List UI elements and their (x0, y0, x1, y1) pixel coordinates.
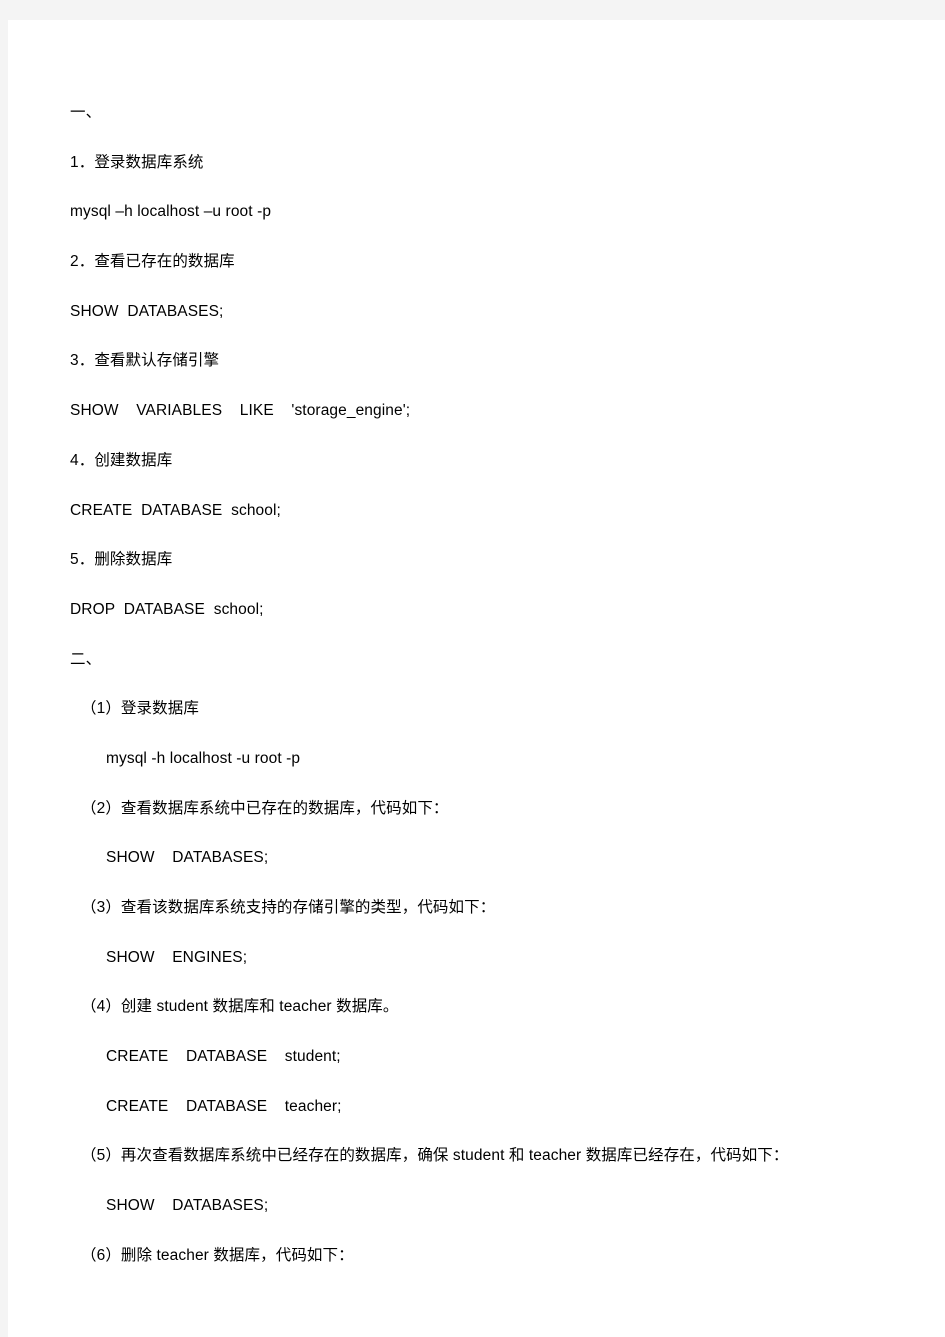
section-1-item-4-code: CREATE DATABASE school; (70, 501, 281, 519)
document-content: 一、 1．登录数据库系统 mysql –h localhost –u root … (62, 105, 905, 1298)
list-item: （3）查看该数据库系统支持的存储引擎的类型，代码如下： (62, 900, 905, 950)
list-item: 3．查看默认存储引擎 (62, 353, 905, 403)
list-item: 4．创建数据库 (62, 453, 905, 503)
section-2-item-4-label: （4）创建 student 数据库和 teacher 数据库。 (81, 998, 399, 1016)
section-2-item-3-code: SHOW ENGINES; (106, 948, 248, 966)
section-2-item-6-label: （6）删除 teacher 数据库，代码如下： (81, 1246, 354, 1264)
section-heading-block: 二、 (62, 652, 905, 702)
code-line: mysql -h localhost -u root -p (62, 751, 905, 801)
list-item: 5．删除数据库 (62, 552, 905, 602)
section-2-item-1-code: mysql -h localhost -u root -p (106, 749, 301, 767)
code-line: SHOW ENGINES; (62, 950, 905, 1000)
code-line: mysql –h localhost –u root -p (62, 204, 905, 254)
section-2-item-3-label: （3）查看该数据库系统支持的存储引擎的类型，代码如下： (81, 899, 496, 916)
section-2-item-4-code-2: CREATE DATABASE teacher; (106, 1097, 342, 1115)
section-2-item-2-code: SHOW DATABASES; (106, 849, 269, 867)
code-line: CREATE DATABASE student; (62, 1049, 905, 1099)
section-2-item-1-label: （1）登录数据库 (81, 700, 199, 718)
section-1-heading: 一、 (70, 104, 102, 121)
section-1-item-4-label: 4．创建数据库 (70, 451, 173, 469)
list-item: 2．查看已存在的数据库 (62, 254, 905, 304)
section-2-item-5-code: SHOW DATABASES; (106, 1197, 269, 1215)
section-1-item-2-code: SHOW DATABASES; (70, 302, 224, 320)
section-1-item-2-label: 2．查看已存在的数据库 (70, 253, 235, 271)
code-line: SHOW DATABASES; (62, 850, 905, 900)
list-item: 1．登录数据库系统 (62, 155, 905, 205)
section-2-item-5-label: （5）再次查看数据库系统中已经存在的数据库，确保 student 和 teach… (81, 1147, 789, 1165)
code-line: CREATE DATABASE teacher; (62, 1099, 905, 1149)
section-1-item-1-label: 1．登录数据库系统 (70, 153, 204, 171)
code-line: DROP DATABASE school; (62, 602, 905, 652)
section-1-item-3-label: 3．查看默认存储引擎 (70, 352, 220, 370)
code-line: SHOW DATABASES; (62, 1198, 905, 1248)
section-1-item-5-label: 5．删除数据库 (70, 551, 173, 569)
list-item: （1）登录数据库 (62, 701, 905, 751)
code-line: SHOW DATABASES; (62, 304, 905, 354)
list-item: （5）再次查看数据库系统中已经存在的数据库，确保 student 和 teach… (62, 1148, 905, 1198)
section-1-item-3-code: SHOW VARIABLES LIKE 'storage_engine'; (70, 402, 411, 420)
section-2-item-2-label: （2）查看数据库系统中已存在的数据库，代码如下： (81, 799, 449, 817)
list-item: （6）删除 teacher 数据库，代码如下： (62, 1248, 905, 1298)
list-item: （4）创建 student 数据库和 teacher 数据库。 (62, 999, 905, 1049)
list-item: （2）查看数据库系统中已存在的数据库，代码如下： (62, 801, 905, 851)
code-line: SHOW VARIABLES LIKE 'storage_engine'; (62, 403, 905, 453)
code-line: CREATE DATABASE school; (62, 501, 905, 553)
section-1-item-5-code: DROP DATABASE school; (70, 600, 264, 618)
section-heading-block: 一、 (62, 105, 905, 155)
section-2-item-4-code: CREATE DATABASE student; (106, 1048, 341, 1066)
section-2-heading: 二、 (70, 650, 102, 668)
document-page: 一、 1．登录数据库系统 mysql –h localhost –u root … (8, 20, 945, 1337)
section-1-item-1-code: mysql –h localhost –u root -p (70, 203, 272, 221)
